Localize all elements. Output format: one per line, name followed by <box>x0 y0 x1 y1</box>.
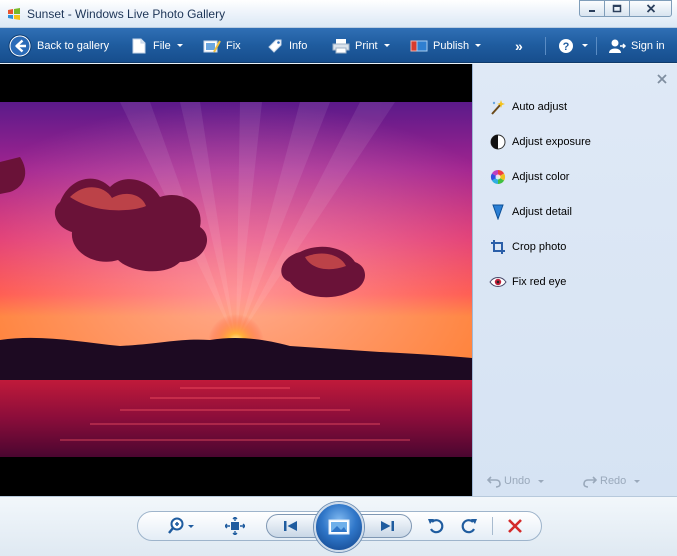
sign-in-icon <box>608 37 626 55</box>
maximize-icon <box>612 4 622 13</box>
publish-icon <box>410 37 428 55</box>
print-menu-button[interactable]: Print <box>332 28 390 63</box>
file-label: File <box>153 39 171 52</box>
help-menu-button[interactable]: ? <box>557 28 588 63</box>
crop-icon <box>489 238 507 256</box>
slideshow-icon <box>328 519 350 535</box>
delete-button[interactable] <box>505 516 525 536</box>
adjust-detail-label: Adjust detail <box>512 206 572 218</box>
windows-app-icon <box>6 6 22 22</box>
crop-photo-label: Crop photo <box>512 241 567 253</box>
fix-button[interactable]: Fix <box>203 28 241 63</box>
file-menu-button[interactable]: File <box>130 28 183 63</box>
publish-menu-button[interactable]: Publish <box>410 28 482 63</box>
chevron-down-icon <box>538 479 545 483</box>
red-eye-icon <box>489 273 507 291</box>
auto-adjust-label: Auto adjust <box>512 101 568 113</box>
sign-in-label: Sign in <box>631 39 665 52</box>
fix-red-eye-label: Fix red eye <box>512 276 567 288</box>
zoom-button[interactable] <box>165 516 201 536</box>
next-button[interactable] <box>358 514 412 538</box>
actual-size-button[interactable] <box>224 516 246 536</box>
info-tag-icon <box>266 37 284 55</box>
adjust-detail-button[interactable]: Adjust detail <box>489 203 572 221</box>
undo-button[interactable]: Undo <box>487 474 545 488</box>
title-bar: Sunset - Windows Live Photo Gallery <box>0 0 677 28</box>
publish-label: Publish <box>433 39 470 52</box>
navigation-control-bar <box>0 496 677 556</box>
undo-icon <box>487 476 501 488</box>
close-window-button[interactable] <box>629 0 672 17</box>
print-label: Print <box>355 39 378 52</box>
adjust-exposure-button[interactable]: Adjust exposure <box>489 133 591 151</box>
overflow-chevron-icon: » <box>515 37 523 54</box>
sunset-photo <box>0 102 472 457</box>
window-title: Sunset - Windows Live Photo Gallery <box>27 7 226 21</box>
info-button[interactable]: Info <box>266 28 307 63</box>
chevron-down-icon <box>634 479 641 483</box>
toolbar-separator <box>545 37 546 55</box>
chevron-down-icon <box>383 44 390 47</box>
more-commands-button[interactable]: » <box>515 28 523 63</box>
command-toolbar: Back to gallery File Fix Info Print Publ… <box>0 28 677 63</box>
file-icon <box>130 37 148 55</box>
close-icon <box>657 74 667 84</box>
help-icon: ? <box>557 37 575 55</box>
redo-button[interactable]: Redo <box>583 474 641 488</box>
close-icon <box>646 4 655 13</box>
sign-in-button[interactable]: Sign in <box>608 28 665 63</box>
rotate-clockwise-icon <box>461 519 477 534</box>
adjust-color-label: Adjust color <box>512 171 570 183</box>
printer-icon <box>332 37 350 55</box>
fix-red-eye-button[interactable]: Fix red eye <box>489 273 566 291</box>
fix-icon <box>203 37 221 55</box>
rotate-counterclockwise-button[interactable] <box>426 516 446 536</box>
rotate-clockwise-button[interactable] <box>459 516 479 536</box>
photo-viewer[interactable] <box>0 64 472 496</box>
back-to-gallery-button[interactable]: Back to gallery <box>8 28 109 63</box>
chevron-down-icon <box>582 44 588 47</box>
svg-text:?: ? <box>563 41 570 53</box>
chevron-down-icon <box>176 44 183 47</box>
auto-adjust-button[interactable]: Auto adjust <box>489 98 567 116</box>
back-arrow-icon <box>8 34 32 58</box>
delete-icon <box>508 519 522 533</box>
close-pane-button[interactable] <box>656 73 668 85</box>
adjust-exposure-label: Adjust exposure <box>512 136 591 148</box>
magic-wand-icon <box>489 98 507 116</box>
next-icon <box>381 521 394 531</box>
minimize-icon <box>589 9 595 12</box>
detail-icon <box>489 203 507 221</box>
color-wheel-icon <box>489 168 507 186</box>
zoom-icon <box>168 517 194 534</box>
fix-label: Fix <box>226 39 241 52</box>
previous-icon <box>284 521 297 531</box>
redo-label: Redo <box>600 475 627 487</box>
slideshow-button[interactable] <box>314 502 364 552</box>
maximize-button[interactable] <box>604 0 630 17</box>
controls-separator <box>492 517 493 535</box>
rotate-counterclockwise-icon <box>428 519 444 534</box>
redo-icon <box>583 476 597 488</box>
toolbar-separator <box>596 37 597 55</box>
fix-pane: Auto adjust Adjust exposure Adjust color… <box>472 64 677 496</box>
crop-photo-button[interactable]: Crop photo <box>489 238 566 256</box>
actual-size-icon <box>225 517 245 535</box>
info-label: Info <box>289 39 308 52</box>
minimize-button[interactable] <box>579 0 605 17</box>
back-to-gallery-label: Back to gallery <box>37 39 110 52</box>
exposure-icon <box>489 133 507 151</box>
adjust-color-button[interactable]: Adjust color <box>489 168 569 186</box>
chevron-down-icon <box>475 44 482 47</box>
undo-label: Undo <box>504 475 531 487</box>
